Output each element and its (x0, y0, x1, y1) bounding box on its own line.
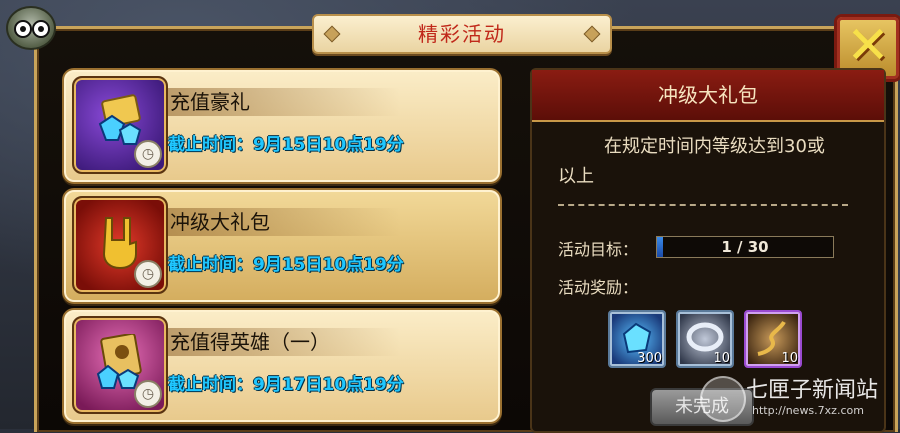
site-logo-icon (700, 376, 746, 422)
description-line: 以上 (558, 166, 594, 187)
card-gems-icon: ◷ (72, 76, 168, 174)
event-name: 冲级大礼包 (168, 208, 400, 236)
reward-count: 300 (637, 351, 662, 366)
event-item-recharge-gift[interactable]: ◷ 充值豪礼 截止时间：9月15日10点19分 (62, 68, 502, 184)
window-title: 精彩活动 (312, 14, 612, 54)
card-gems-art (98, 94, 142, 145)
description-line: 在规定时间内等级达到30或 (604, 136, 825, 157)
owl-right-eye (32, 20, 50, 38)
reward-item-gem[interactable]: 300 (608, 310, 666, 368)
clock-icon: ◷ (134, 380, 162, 408)
owl-avatar-icon[interactable] (6, 6, 56, 50)
rock-hand-icon: ◷ (72, 196, 168, 294)
reward-count: 10 (713, 351, 730, 366)
progress-text: 1 / 30 (721, 238, 769, 256)
reward-count: 10 (781, 351, 798, 366)
event-name: 充值豪礼 (168, 88, 400, 116)
event-deadline: 截止时间：9月15日10点19分 (168, 135, 404, 155)
watermark-site-name: 七匣子新闻站 (746, 378, 879, 403)
window-title-text: 精彩活动 (418, 22, 506, 46)
owl-left-eye (14, 20, 32, 38)
clock-icon: ◷ (134, 140, 162, 168)
event-deadline: 截止时间：9月15日10点19分 (168, 255, 404, 275)
hero-card-icon: ◷ (72, 316, 168, 414)
diamond-ornament-icon (323, 25, 341, 43)
hero-card-art (96, 334, 142, 389)
event-name: 充值得英雄（一） (168, 328, 400, 356)
rock-hand-art (102, 217, 137, 270)
event-item-recharge-hero[interactable]: ◷ 充值得英雄（一） 截止时间：9月17日10点19分 (62, 308, 502, 424)
goal-label: 活动目标： (558, 240, 639, 259)
goal-progress-bar: 1 / 30 (656, 236, 834, 258)
clock-icon: ◷ (134, 260, 162, 288)
reward-item-whip[interactable]: 10 (744, 310, 802, 368)
event-item-level-gift[interactable]: ◷ 冲级大礼包 截止时间：9月15日10点19分 (62, 188, 502, 304)
dashed-divider (558, 204, 848, 206)
reward-label: 活动奖励： (558, 278, 639, 297)
reward-item-ring[interactable]: 10 (676, 310, 734, 368)
detail-description: 在规定时间内等级达到30或 以上 (558, 132, 858, 192)
detail-title: 冲级大礼包 (532, 70, 884, 122)
site-watermark: 七匣子新闻站 http://news.7xz.com (700, 370, 896, 428)
event-deadline: 截止时间：9月17日10点19分 (168, 375, 404, 395)
diamond-ornament-icon (583, 25, 601, 43)
watermark-url: http://news.7xz.com (752, 404, 864, 417)
